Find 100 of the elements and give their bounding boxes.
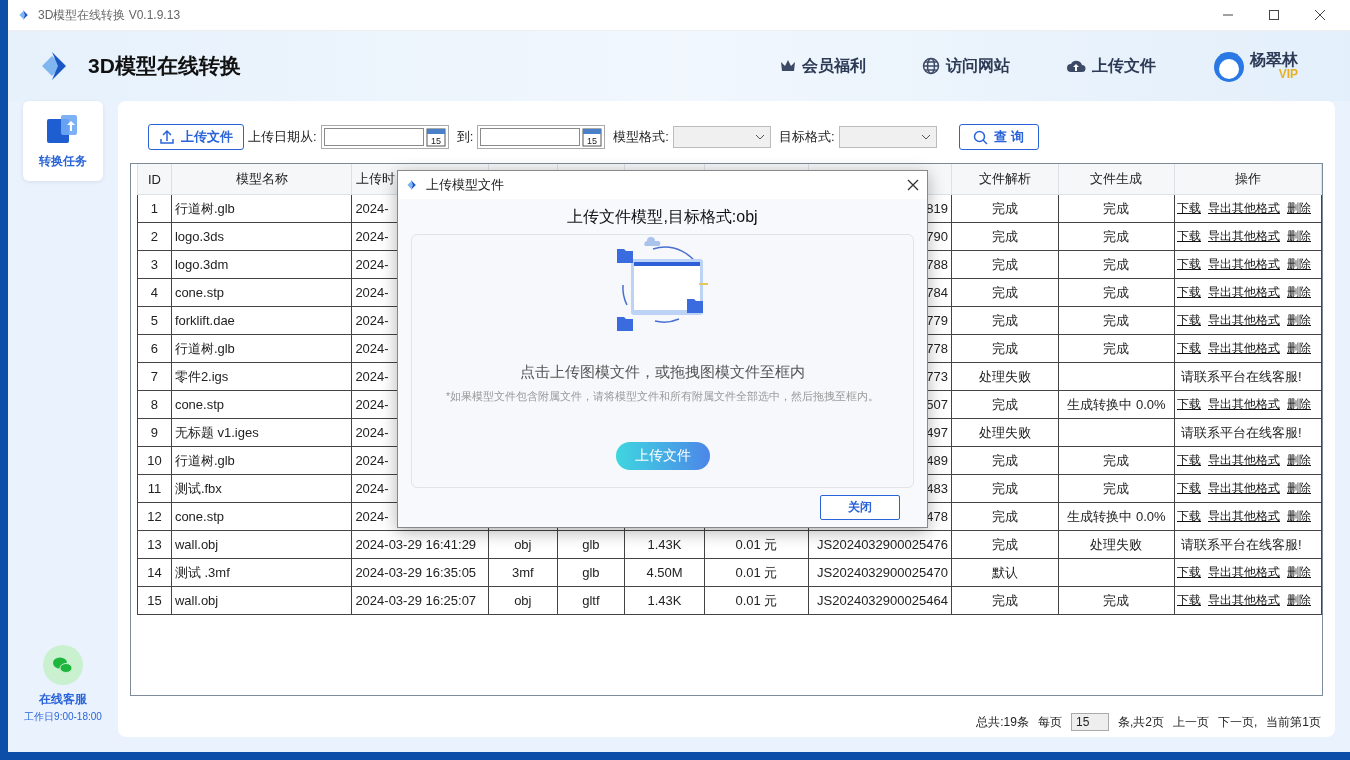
table-cell: 9: [150, 425, 159, 440]
chat-icon[interactable]: [43, 645, 83, 685]
table-cell: 生成转换中 0.0%: [1067, 508, 1166, 524]
page-size-select[interactable]: 15: [1070, 713, 1109, 731]
dialog-close-button[interactable]: 关闭: [820, 495, 900, 520]
sidebar-item[interactable]: 转换任务: [23, 101, 103, 181]
export-link[interactable]: 导出其他格式: [1208, 453, 1280, 467]
download-link[interactable]: 下载: [1177, 285, 1201, 299]
download-link[interactable]: 下载: [1177, 397, 1201, 411]
delete-link[interactable]: 删除: [1287, 565, 1311, 579]
table-cell: 完成: [991, 228, 1018, 244]
table-cell: 完成: [1103, 452, 1130, 468]
export-link[interactable]: 导出其他格式: [1208, 285, 1280, 299]
nav-link[interactable]: 会员福利: [780, 55, 866, 77]
table-cell: 完成: [991, 452, 1018, 468]
avatar-icon[interactable]: [1212, 49, 1246, 83]
dialog-heading: 上传文件模型,目标格式:obj: [566, 207, 759, 227]
table-cell: 测试.fbx: [174, 480, 222, 496]
table-cell: 0.01 元: [735, 536, 778, 552]
download-link[interactable]: 下载: [1177, 229, 1201, 243]
delete-link[interactable]: 删除: [1287, 453, 1311, 467]
close-icon[interactable]: [1314, 9, 1326, 21]
calendar-icon[interactable]: 15: [425, 127, 446, 147]
delete-link[interactable]: 删除: [1287, 257, 1311, 271]
export-link[interactable]: 导出其他格式: [1208, 565, 1280, 579]
total-count: 总共:19条: [976, 713, 1029, 731]
table-cell: 处理失败: [1090, 536, 1143, 552]
drop-prompt: 点击上传图模文件，或拖拽图模文件至框内: [520, 363, 805, 382]
export-link[interactable]: 导出其他格式: [1208, 313, 1280, 327]
download-link[interactable]: 下载: [1177, 481, 1201, 495]
export-link[interactable]: 导出其他格式: [1208, 509, 1280, 523]
export-link[interactable]: 导出其他格式: [1208, 593, 1280, 607]
export-link[interactable]: 导出其他格式: [1208, 229, 1280, 243]
table-cell: cone.stp: [174, 509, 225, 524]
delete-link[interactable]: 删除: [1287, 509, 1311, 523]
table-cell: 2024-: [355, 425, 389, 440]
date-to-label: 到:: [456, 128, 474, 146]
close-icon[interactable]: [907, 179, 919, 191]
download-link[interactable]: 下载: [1177, 341, 1201, 355]
table-cell: 完成: [1103, 228, 1130, 244]
table-cell: 2024-03-29 16:41:29: [355, 537, 477, 552]
table-cell: glb: [582, 537, 600, 552]
table-cell: logo.3dm: [174, 257, 229, 272]
table-cell: 773: [926, 369, 948, 384]
delete-link[interactable]: 删除: [1287, 313, 1311, 327]
download-link[interactable]: 下载: [1177, 313, 1201, 327]
table-cell: 2024-: [355, 313, 389, 328]
export-link[interactable]: 导出其他格式: [1208, 201, 1280, 215]
column-header: ID: [147, 171, 161, 187]
download-link[interactable]: 下载: [1177, 453, 1201, 467]
date-to-field[interactable]: 15: [477, 125, 606, 149]
table-cell: JS2024032900025470: [817, 565, 948, 580]
nav-link[interactable]: 上传文件: [1066, 55, 1156, 77]
download-link[interactable]: 下载: [1177, 257, 1201, 271]
download-link[interactable]: 下载: [1177, 565, 1201, 579]
table-cell: 478: [926, 509, 948, 524]
table-cell: 行道树.glb: [174, 200, 235, 216]
table-cell: 784: [926, 285, 948, 300]
delete-link[interactable]: 删除: [1287, 285, 1311, 299]
table-cell: JS2024032900025464: [817, 593, 948, 608]
delete-link[interactable]: 删除: [1287, 593, 1311, 607]
delete-link[interactable]: 删除: [1287, 341, 1311, 355]
table-cell: 处理失败: [978, 424, 1031, 440]
delete-link[interactable]: 删除: [1287, 481, 1311, 495]
download-link[interactable]: 下载: [1177, 593, 1201, 607]
support-label[interactable]: 在线客服: [39, 691, 87, 708]
table-cell: 12: [147, 509, 162, 524]
table-cell: 4.50M: [646, 565, 683, 580]
export-link[interactable]: 导出其他格式: [1208, 257, 1280, 271]
export-link[interactable]: 导出其他格式: [1208, 481, 1280, 495]
export-link[interactable]: 导出其他格式: [1208, 341, 1280, 355]
date-from-field[interactable]: 15: [320, 125, 449, 149]
delete-link[interactable]: 删除: [1287, 397, 1311, 411]
table-cell: 完成: [991, 480, 1018, 496]
upload-button[interactable]: 上传文件: [148, 124, 244, 150]
delete-link[interactable]: 删除: [1287, 229, 1311, 243]
table-cell: cone.stp: [174, 397, 225, 412]
table-cell: 完成: [1103, 312, 1130, 328]
download-link[interactable]: 下载: [1177, 509, 1201, 523]
drop-zone[interactable]: 点击上传图模文件，或拖拽图模文件至框内 *如果模型文件包含附属文件，请将模型文件和所有附属文件全部选中，然后拖拽至框内。 上传文件: [411, 234, 914, 488]
model-format-label: 模型格式:: [613, 128, 669, 146]
maximize-icon[interactable]: [1268, 9, 1280, 21]
table-cell: obj: [514, 537, 532, 552]
download-link[interactable]: 下载: [1177, 201, 1201, 215]
column-header: 文件解析: [978, 171, 1031, 186]
table-cell: 1: [150, 201, 159, 216]
table-cell: wall.obj: [174, 537, 219, 552]
nav-link[interactable]: 访问网站: [922, 55, 1010, 77]
vip-label: VIP: [1278, 68, 1298, 80]
caret-icon: [921, 134, 930, 140]
query-button[interactable]: 查 询: [958, 124, 1039, 150]
prev-page-link[interactable]: 上一页: [1172, 713, 1209, 731]
table-cell: 完成: [991, 592, 1018, 608]
calendar-icon[interactable]: 15: [582, 127, 603, 147]
user-name[interactable]: 杨翠林: [1250, 52, 1298, 68]
delete-link[interactable]: 删除: [1287, 201, 1311, 215]
next-page-link[interactable]: 下一页,: [1217, 713, 1258, 731]
export-link[interactable]: 导出其他格式: [1208, 397, 1280, 411]
crown-icon: [780, 59, 796, 73]
current-page: 当前第1页: [1266, 713, 1321, 731]
